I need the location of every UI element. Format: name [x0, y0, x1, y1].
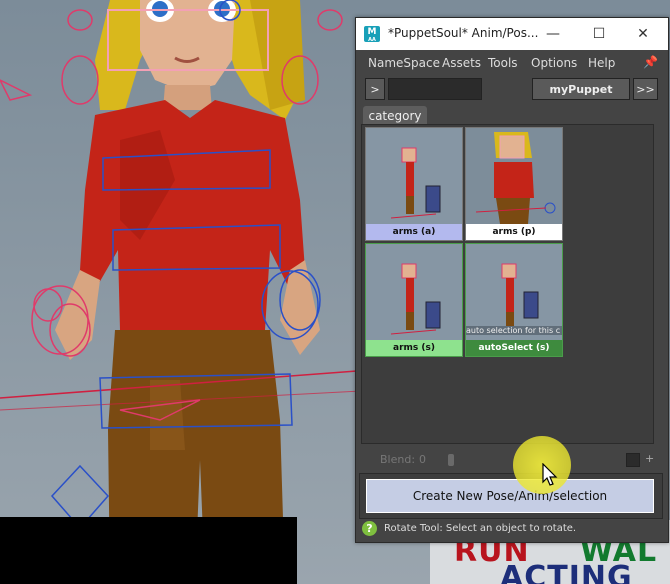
blend-label: Blend:	[380, 453, 416, 466]
menu-bar: NameSpace Assets Tools Options Help 📌	[356, 51, 668, 75]
menu-help[interactable]: Help	[588, 56, 615, 70]
status-bar: ? Rotate Tool: Select an object to rotat…	[356, 520, 668, 538]
puppet-name-button[interactable]: myPuppet	[532, 78, 630, 100]
menu-tools[interactable]: Tools	[488, 56, 518, 70]
pose-thumbnail	[366, 128, 462, 224]
blend-key-button[interactable]	[626, 453, 640, 467]
sign-word-acting: ACTING	[500, 560, 633, 584]
viewport-black-region	[0, 517, 297, 584]
pose-tile-label: arms (a)	[366, 224, 462, 240]
help-icon[interactable]: ?	[362, 521, 377, 536]
pose-tile-arms-a[interactable]: arms (a)	[365, 127, 463, 241]
blend-row: Blend: 0 +	[356, 450, 668, 468]
create-new-pose-button[interactable]: Create New Pose/Anim/selection	[366, 479, 654, 513]
blend-value: 0	[419, 453, 426, 466]
pose-tile-autoselect-s[interactable]: auto selection for this c autoSelect (s)	[465, 243, 563, 357]
menu-options[interactable]: Options	[531, 56, 577, 70]
blend-slider[interactable]	[448, 454, 454, 466]
pose-tile-arms-p[interactable]: arms (p)	[465, 127, 563, 241]
expand-namespace-button[interactable]: >	[365, 78, 385, 100]
maya-app-icon: M AA	[364, 26, 380, 43]
pose-tile-arms-s[interactable]: arms (s)	[365, 243, 463, 357]
pose-gallery: arms (a) arms (p) arms (s) auto selectio…	[361, 124, 654, 444]
menu-namespace[interactable]: NameSpace	[368, 56, 440, 70]
mouse-pointer-icon	[542, 463, 558, 486]
title-bar[interactable]: M AA *PuppetSoul* Anim/Pos... — ☐ ✕	[356, 18, 668, 50]
close-button[interactable]: ✕	[620, 18, 666, 50]
blend-plus-button[interactable]: +	[645, 452, 654, 465]
pin-icon[interactable]: 📌	[643, 55, 658, 69]
namespace-toolbar: > myPuppet >>	[356, 76, 668, 104]
maximize-button[interactable]: ☐	[576, 18, 622, 50]
pose-thumbnail	[466, 128, 562, 224]
namespace-field[interactable]	[388, 78, 482, 100]
status-text: Rotate Tool: Select an object to rotate.	[384, 523, 577, 534]
menu-assets[interactable]: Assets	[442, 56, 481, 70]
pose-tile-label: arms (s)	[366, 340, 462, 356]
pose-thumbnail	[366, 244, 462, 340]
puppetsoul-window: M AA *PuppetSoul* Anim/Pos... — ☐ ✕ NameS…	[355, 17, 669, 543]
pose-tile-overlay-text: auto selection for this c	[466, 326, 562, 335]
minimize-button[interactable]: —	[530, 18, 576, 50]
tab-category[interactable]: category	[363, 106, 427, 126]
next-puppet-button[interactable]: >>	[633, 78, 658, 100]
pose-tile-label: autoSelect (s)	[466, 340, 562, 356]
pose-tile-label: arms (p)	[466, 224, 562, 240]
